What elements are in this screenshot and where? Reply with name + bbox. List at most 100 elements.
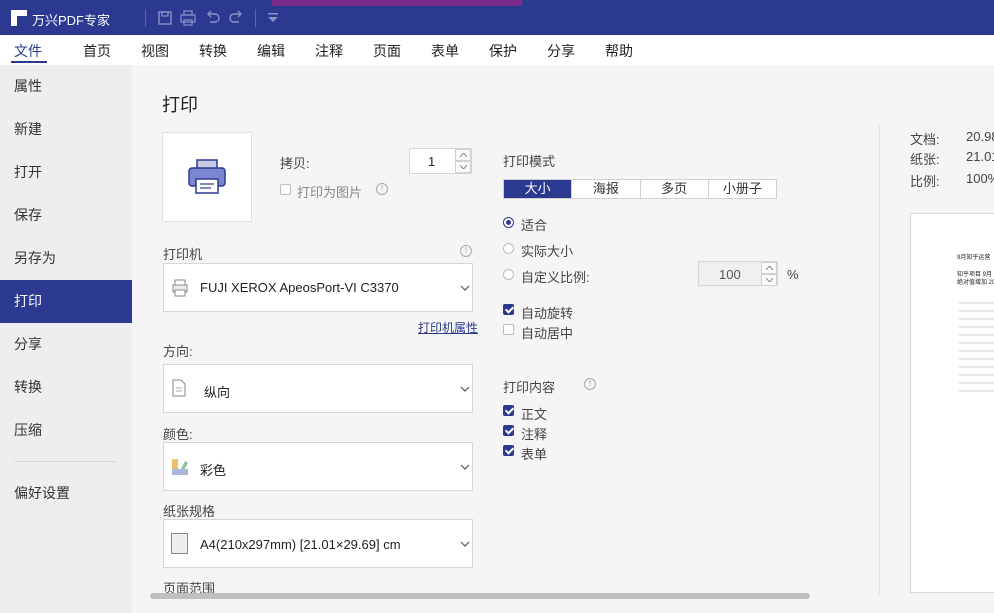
chevron-down-icon [460,464,470,470]
menu-comment[interactable]: 注释 [315,41,343,61]
tab-booklet[interactable]: 小册子 [709,180,776,198]
printer-label: 打印机 [163,247,203,262]
menu-bar: 文件 首页 视图 转换 编辑 注释 页面 表单 保护 分享 帮助 [0,35,994,65]
customize-toolbar-icon[interactable] [264,9,282,27]
preview-heading: 9月知乎运营 [957,255,991,261]
sidebar-item-properties[interactable]: 属性 [0,65,132,108]
undo-icon[interactable] [204,9,222,27]
print-panel: 打印 拷贝: 1 打印为图片 ! 打印机 ! FUJI XEROX ApeosP… [132,65,994,613]
print-mode-label: 打印模式 [503,154,556,169]
content-body-label: 正文 [521,407,548,422]
redo-icon[interactable] [227,9,245,27]
sidebar-item-save[interactable]: 保存 [0,194,132,237]
copies-value: 1 [428,154,436,169]
percent-sign: % [787,267,799,282]
tab-size[interactable]: 大小 [504,180,573,198]
custom-scale-radio[interactable] [503,269,514,280]
sidebar-item-save-as[interactable]: 另存为 [0,237,132,280]
sidebar-item-print[interactable]: 打印 [0,280,132,323]
copies-label: 拷贝: [280,156,310,171]
menu-convert[interactable]: 转换 [199,41,227,61]
sidebar-divider [14,461,116,462]
doc-size-value: 20.98 [966,129,994,144]
menu-file[interactable]: 文件 [14,41,42,61]
sidebar-item-compress[interactable]: 压缩 [0,409,132,452]
menu-help[interactable]: 帮助 [605,41,633,61]
content-comments-checkbox[interactable] [503,425,514,436]
chevron-down-icon [766,278,773,282]
paper-size-value: A4(210x297mm) [21.01×29.69] cm [200,537,401,552]
scale-stepper[interactable]: 100 [698,261,778,286]
horizontal-scrollbar[interactable] [150,593,810,599]
print-content-label: 打印内容 [503,380,556,395]
menu-form[interactable]: 表单 [431,41,459,61]
paper-size-info-label: 纸张: [910,152,940,167]
file-sidebar: 属性 新建 打开 保存 另存为 打印 分享 转换 压缩 偏好设置 [0,65,132,613]
menu-view[interactable]: 视图 [141,41,169,61]
menu-page[interactable]: 页面 [373,41,401,61]
info-icon[interactable]: ! [460,245,472,257]
color-label: 颜色: [163,427,193,442]
copies-up-button[interactable] [455,149,471,161]
fit-radio[interactable] [503,217,514,228]
fit-label: 适合 [521,218,548,233]
content-body-checkbox[interactable] [503,405,514,416]
sidebar-item-open[interactable]: 打开 [0,151,132,194]
print-as-image-checkbox[interactable] [280,184,291,195]
toolbar-divider [145,9,146,27]
scale-value: 100 [719,267,741,282]
scale-down-button[interactable] [761,274,777,286]
copies-stepper[interactable]: 1 [409,148,472,174]
tab-poster[interactable]: 海报 [572,180,641,198]
auto-center-checkbox[interactable] [503,324,514,335]
tab-multiple[interactable]: 多页 [641,180,709,198]
info-icon[interactable]: ! [376,183,388,195]
color-select[interactable]: 彩色 [163,442,473,491]
sidebar-item-new[interactable]: 新建 [0,108,132,151]
sidebar-item-share[interactable]: 分享 [0,323,132,366]
app-name: 万兴PDF专家 [32,13,111,28]
toolbar-divider [255,9,256,27]
print-preview-page: 9月知乎运营 知乎项目 9月 绝对值增加 20 [910,213,994,593]
content-comments-label: 注释 [521,427,548,442]
printer-small-icon [172,279,188,297]
scale-up-button[interactable] [761,262,777,274]
paper-size-info-value: 21.01 [966,149,994,164]
printer-properties-link[interactable]: 打印机属性 [418,319,478,336]
info-icon[interactable]: ! [584,378,596,390]
menu-share[interactable]: 分享 [547,41,575,61]
auto-rotate-checkbox[interactable] [503,304,514,315]
orientation-label: 方向: [163,344,193,359]
menu-home[interactable]: 首页 [83,41,111,61]
paper-icon [171,533,188,554]
print-as-image-label: 打印为图片 [297,185,363,200]
scale-info-label: 比例: [910,174,940,189]
paper-size-label: 纸张规格 [163,504,216,519]
menu-active-indicator [11,61,47,63]
paper-size-select[interactable]: A4(210x297mm) [21.01×29.69] cm [163,519,473,568]
copies-down-button[interactable] [455,161,471,173]
save-icon[interactable] [156,9,174,27]
chevron-down-icon [460,541,470,547]
menu-edit[interactable]: 编辑 [257,41,285,61]
content-forms-checkbox[interactable] [503,445,514,456]
sidebar-item-preferences[interactable]: 偏好设置 [0,472,132,515]
print-icon[interactable] [179,9,197,27]
content-forms-label: 表单 [521,447,548,462]
printer-value: FUJI XEROX ApeosPort-VI C3370 [200,280,399,295]
actual-size-label: 实际大小 [521,244,574,259]
color-value: 彩色 [200,463,227,478]
preview-line: 绝对值增加 20 [957,280,994,286]
actual-size-radio[interactable] [503,243,514,254]
printer-icon [188,159,226,194]
menu-protect[interactable]: 保护 [489,41,517,61]
document-tab-strip [272,0,522,6]
page-title: 打印 [162,95,198,115]
chevron-up-icon [766,266,773,270]
orientation-value: 纵向 [204,385,231,400]
printer-select[interactable]: FUJI XEROX ApeosPort-VI C3370 [163,263,473,312]
sidebar-item-convert[interactable]: 转换 [0,366,132,409]
printer-tile[interactable] [162,132,252,222]
app-logo-icon [11,10,27,26]
orientation-select[interactable]: 纵向 [163,364,473,413]
